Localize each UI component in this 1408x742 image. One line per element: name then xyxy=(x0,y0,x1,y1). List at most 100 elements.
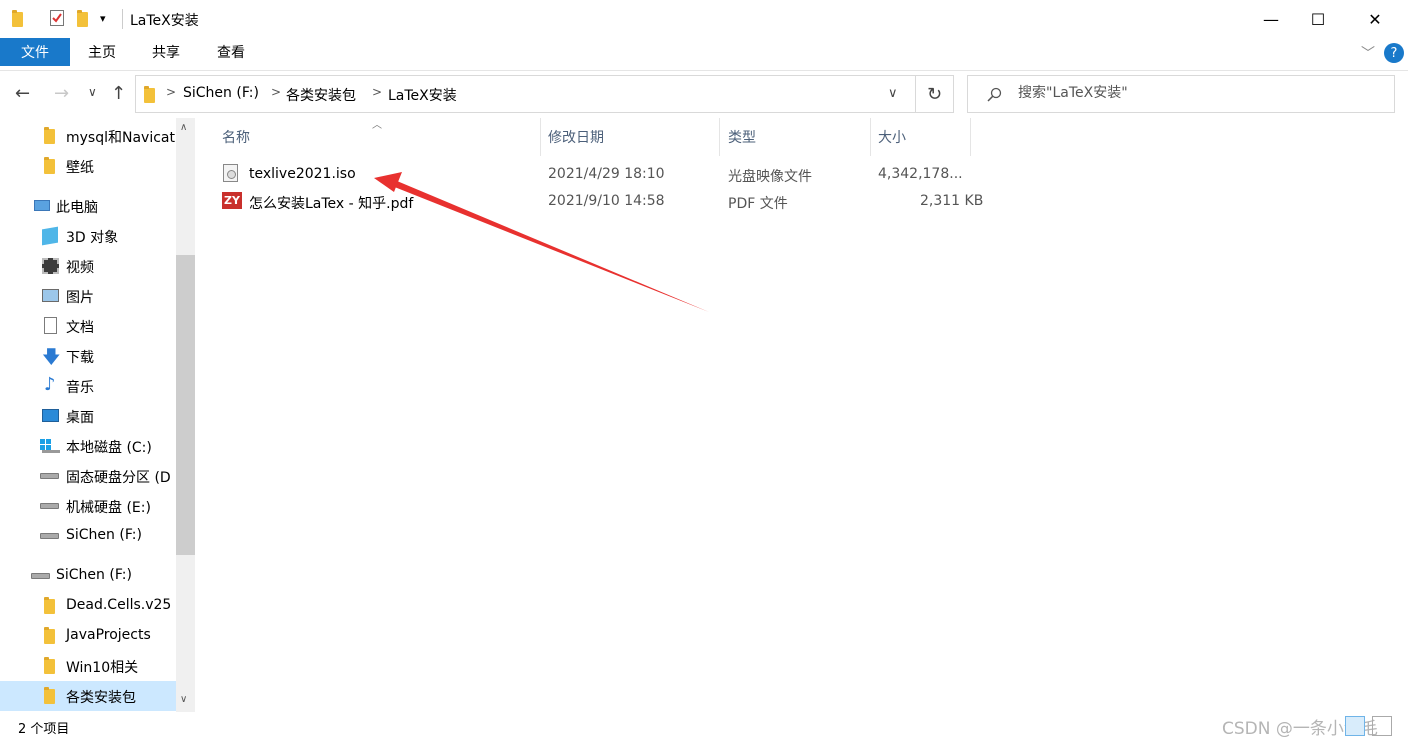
tab-file[interactable]: 文件 xyxy=(0,38,70,66)
drive-icon xyxy=(40,503,59,509)
nav-item-drive-d[interactable]: 固态硬盘分区 (D xyxy=(0,461,176,491)
refresh-button[interactable]: ↻ xyxy=(916,75,954,113)
folder-icon xyxy=(44,127,55,144)
folder-icon xyxy=(44,687,55,704)
table-row[interactable]: ZY 怎么安装LaTex - 知乎.pdf 2021/9/10 14:58 PD… xyxy=(218,189,983,215)
up-arrow-icon[interactable]: ↑ xyxy=(111,83,126,104)
nav-label: 下载 xyxy=(66,350,94,366)
nav-item-mysql[interactable]: mysql和Navicat xyxy=(0,121,176,151)
column-header-date[interactable]: 修改日期 xyxy=(548,118,718,156)
nav-label: 本地磁盘 (C:) xyxy=(66,440,152,456)
column-divider[interactable] xyxy=(870,118,871,156)
maximize-button[interactable]: ☐ xyxy=(1295,0,1341,38)
recent-locations-icon[interactable]: ∨ xyxy=(88,85,97,99)
search-input[interactable] xyxy=(1016,84,1380,102)
minimize-icon: — xyxy=(1263,9,1279,29)
nav-label: 固态硬盘分区 (D xyxy=(66,470,171,486)
column-header-type[interactable]: 类型 xyxy=(728,118,868,156)
nav-label: Win10相关 xyxy=(66,660,139,676)
file-list: ︿ 名称 修改日期 类型 大小 texlive2021.iso 2021/4/2… xyxy=(196,118,1408,712)
disc-image-icon xyxy=(223,164,238,182)
file-name: texlive2021.iso xyxy=(249,166,356,182)
breadcrumb-folder[interactable]: 各类安装包 xyxy=(286,85,356,105)
nav-item-desktop[interactable]: 桌面 xyxy=(0,401,176,431)
help-icon: ? xyxy=(1390,45,1398,61)
navigation-row: ← → ∨ ↑ > SiChen (F:) > 各类安装包 > LaTeX安装 … xyxy=(0,72,1408,118)
nav-item-win10[interactable]: Win10相关 xyxy=(0,651,176,681)
file-size: 4,342,178... xyxy=(878,166,963,182)
file-type: PDF 文件 xyxy=(728,196,788,212)
large-icons-view-icon[interactable] xyxy=(1372,716,1392,736)
back-arrow-icon[interactable]: ← xyxy=(15,83,30,104)
desktop-icon xyxy=(42,409,59,422)
scroll-up-icon[interactable]: ∧ xyxy=(180,122,187,133)
document-icon xyxy=(44,317,57,334)
navigation-pane: mysql和Navicat 壁纸 此电脑 3D 对象 视频 图片 文档 🡇 下载… xyxy=(0,118,196,712)
close-button[interactable]: ✕ xyxy=(1352,0,1398,38)
forward-arrow-icon[interactable]: → xyxy=(54,83,69,104)
nav-label: Dead.Cells.v25 xyxy=(66,597,172,613)
folder-icon xyxy=(44,157,55,174)
tab-share[interactable]: 共享 xyxy=(152,38,180,66)
drive-icon xyxy=(40,533,59,539)
help-button[interactable]: ? xyxy=(1384,43,1404,63)
nav-item-3d-objects[interactable]: 3D 对象 xyxy=(0,221,176,251)
nav-item-java-projects[interactable]: JavaProjects xyxy=(0,621,176,651)
folder-icon xyxy=(44,597,55,614)
nav-item-sichen-root[interactable]: SiChen (F:) xyxy=(0,561,176,591)
scrollbar-thumb[interactable] xyxy=(176,255,195,555)
title-bar: ▾ LaTeX安装 — ☐ ✕ xyxy=(0,0,1408,38)
file-date: 2021/9/10 14:58 xyxy=(548,193,665,209)
breadcrumb-current[interactable]: LaTeX安装 xyxy=(388,85,457,105)
nav-item-drive-c[interactable]: 本地磁盘 (C:) xyxy=(0,431,176,461)
address-bar[interactable]: > SiChen (F:) > 各类安装包 > LaTeX安装 ∨ xyxy=(135,75,916,113)
nav-label: SiChen (F:) xyxy=(66,527,142,543)
music-icon: ♪ xyxy=(44,374,56,395)
search-icon xyxy=(987,87,1002,102)
scroll-down-icon[interactable]: ∨ xyxy=(180,694,187,705)
breadcrumb-drive[interactable]: SiChen (F:) xyxy=(183,85,259,101)
tab-home[interactable]: 主页 xyxy=(88,38,116,66)
nav-item-downloads[interactable]: 🡇 下载 xyxy=(0,341,176,371)
item-count: 2 个项目 xyxy=(18,722,70,737)
chevron-right-icon: > xyxy=(372,85,383,99)
file-date: 2021/4/29 18:10 xyxy=(548,166,665,182)
title-separator xyxy=(122,9,123,29)
nav-item-dead-cells[interactable]: Dead.Cells.v25 xyxy=(0,591,176,621)
nav-item-drive-e[interactable]: 机械硬盘 (E:) xyxy=(0,491,176,521)
tab-view[interactable]: 查看 xyxy=(217,38,245,66)
nav-item-videos[interactable]: 视频 xyxy=(0,251,176,281)
minimize-button[interactable]: — xyxy=(1248,0,1294,38)
table-row[interactable]: texlive2021.iso 2021/4/29 18:10 光盘映像文件 4… xyxy=(218,162,978,188)
quick-access-dropdown-icon[interactable]: ▾ xyxy=(100,12,106,25)
details-view-icon[interactable] xyxy=(1345,716,1365,736)
column-divider[interactable] xyxy=(540,118,541,156)
nav-item-music[interactable]: ♪ 音乐 xyxy=(0,371,176,401)
nav-label: SiChen (F:) xyxy=(56,567,132,583)
new-folder-icon[interactable] xyxy=(77,10,88,27)
column-header-size[interactable]: 大小 xyxy=(878,118,968,156)
nav-item-documents[interactable]: 文档 xyxy=(0,311,176,341)
nav-scrollbar[interactable]: ∧ ∨ xyxy=(176,118,195,712)
column-divider[interactable] xyxy=(719,118,720,156)
folder-icon xyxy=(44,627,55,644)
folder-icon xyxy=(44,657,55,674)
expand-ribbon-icon[interactable]: ﹀ xyxy=(1361,43,1375,63)
nav-label: 此电脑 xyxy=(56,200,98,216)
computer-icon xyxy=(34,200,50,211)
address-dropdown-icon[interactable]: ∨ xyxy=(888,86,898,101)
nav-label: 3D 对象 xyxy=(66,230,119,246)
search-box[interactable] xyxy=(967,75,1395,113)
nav-item-wallpaper[interactable]: 壁纸 xyxy=(0,151,176,181)
nav-item-pictures[interactable]: 图片 xyxy=(0,281,176,311)
nav-item-this-pc[interactable]: 此电脑 xyxy=(0,191,176,221)
nav-item-drive-f[interactable]: SiChen (F:) xyxy=(0,521,176,551)
file-name: 怎么安装LaTex - 知乎.pdf xyxy=(249,196,414,212)
properties-icon[interactable] xyxy=(50,10,64,26)
nav-item-installers-selected[interactable]: 各类安装包 xyxy=(0,681,176,711)
column-header-name[interactable]: 名称 xyxy=(222,118,540,156)
picture-icon xyxy=(42,289,59,302)
column-divider[interactable] xyxy=(970,118,971,156)
ribbon-tabs: 文件 主页 共享 查看 ﹀ ? xyxy=(0,38,1408,71)
nav-label: mysql和Navicat xyxy=(66,130,175,146)
